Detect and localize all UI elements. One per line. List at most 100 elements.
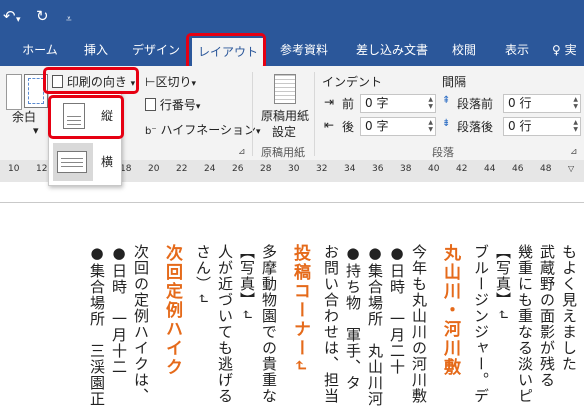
lightbulb-icon: ♀ [552, 43, 561, 57]
spacing-before-input[interactable]: 0 行 ▲ ▼ [503, 94, 581, 113]
spacing-before-label: 段落前 [457, 97, 494, 111]
doc-column: ●集合場所 三渓園正 [88, 244, 106, 407]
doc-column: 武蔵野の面影が残る [538, 244, 556, 388]
doc-column: 【写真】↵ [238, 244, 256, 322]
ruler-tick-label: 22 [176, 164, 188, 174]
tell-me[interactable]: ♀ 実 [552, 34, 584, 66]
chevron-down-icon: ▾ [195, 102, 201, 112]
indent-left-icon: ⇥ [324, 95, 335, 109]
doc-column: ●日時 一月十二 [110, 244, 128, 375]
spinner-arrows-icon[interactable]: ▲ ▼ [573, 119, 578, 133]
spinner-arrows-icon[interactable]: ▲ ▼ [573, 96, 578, 110]
doc-column: もよく見えました [560, 244, 578, 372]
tab-references[interactable]: 参考資料 [268, 34, 340, 66]
manuscript-label-1[interactable]: 原稿用紙 [261, 107, 309, 124]
line-numbers-label: 行番号 [159, 98, 196, 112]
spacing-before-icon: ⇞ [442, 95, 451, 106]
ruler-tick-label: 12 [36, 164, 48, 174]
quick-access-toolbar: ↶ ▾ ↻ ⩡ [0, 0, 584, 34]
doc-column: ブルージンジャー。デ [472, 244, 490, 404]
tab-insert[interactable]: 挿入 [74, 34, 118, 66]
page-margin-line [0, 202, 584, 203]
tab-view[interactable]: 表示 [496, 34, 538, 66]
breaks-button[interactable]: ⊢区切り▾ [145, 73, 196, 90]
spacing-after-value: 0 行 [508, 119, 532, 133]
hyphenation-button[interactable]: b⁻ ハイフネーション▾ [145, 121, 261, 138]
ruler-tick-label: 34 [344, 164, 356, 174]
paragraph-launcher-icon[interactable]: ⊿ [570, 147, 578, 157]
undo-dropdown-icon[interactable]: ▾ [16, 11, 21, 29]
breaks-icon: ⊢ [145, 75, 156, 89]
ruler-end-marker-icon: ▽ [568, 164, 575, 173]
spacing-title: 間隔 [442, 75, 467, 89]
tell-me-label: 実 [564, 43, 577, 57]
tab-mailings[interactable]: 差し込み文書 [346, 34, 438, 66]
spacing-before-value: 0 行 [508, 96, 532, 110]
indent-after-input[interactable]: 0 字 ▲ ▼ [360, 117, 436, 136]
line-numbers-button[interactable]: 行番号▾ [145, 96, 200, 113]
indent-title: インデント [322, 75, 383, 89]
doc-column: さん）↵ [194, 244, 212, 306]
indent-right-icon: ⇤ [324, 118, 335, 132]
ruler-tick-label: 28 [260, 164, 272, 174]
ruler-tick-label: 24 [204, 164, 216, 174]
spinner-arrows-icon[interactable]: ▲ ▼ [428, 96, 433, 110]
margins-button[interactable]: 余白 [12, 108, 36, 125]
indent-before-input[interactable]: 0 字 ▲ ▼ [360, 94, 436, 113]
spacing-after-input[interactable]: 0 行 ▲ ▼ [503, 117, 581, 136]
highlight-layout-tab [186, 33, 266, 70]
doc-column: 次回の定例ハイクは、 [132, 244, 150, 404]
doc-column: 人が近づいても逃げる [216, 244, 234, 404]
redo-icon[interactable]: ↻ [36, 7, 49, 25]
ruler-tick-label: 26 [232, 164, 244, 174]
landscape-label: 横 [101, 155, 114, 169]
ruler-tick-label: 42 [456, 164, 468, 174]
indent-after-value: 0 字 [365, 119, 389, 133]
indent-before-label: 前 [342, 97, 355, 111]
doc-heading: 投稿コーナー↵ [290, 244, 310, 375]
doc-column: お問い合わせは、担当 [322, 244, 340, 404]
ruler-tick-label: 32 [316, 164, 328, 174]
spacing-after-icon: ⇟ [442, 118, 451, 129]
tab-home[interactable]: ホーム [12, 34, 68, 66]
ruler-tick-label: 48 [540, 164, 552, 174]
manuscript-label-2[interactable]: 設定 [272, 123, 296, 140]
ruler-tick-label: 36 [372, 164, 384, 174]
ruler-tick-label: 30 [288, 164, 300, 174]
landscape-page-icon [57, 151, 87, 173]
tab-design[interactable]: デザイン [126, 34, 186, 66]
doc-column: 今年も丸山川の河川敷 [410, 244, 428, 404]
doc-column: 幾重にも重なる淡いピ [516, 244, 534, 404]
ruler-tick-label: 20 [148, 164, 160, 174]
indent-after-label: 後 [342, 120, 355, 134]
ruler-tick-label: 40 [428, 164, 440, 174]
orientation-option-landscape[interactable]: 横 [49, 141, 121, 181]
manuscript-group-label: 原稿用紙 [261, 146, 305, 159]
doc-heading: 丸山川・河川敷 [440, 244, 460, 377]
hyphenation-label: ハイフネーション [160, 123, 256, 137]
line-numbers-icon [145, 98, 156, 111]
page-setup-launcher-icon[interactable]: ⊿ [238, 147, 246, 157]
tab-review[interactable]: 校閲 [444, 34, 484, 66]
indent-before-value: 0 字 [365, 96, 389, 110]
qat-customize-icon[interactable]: ⩡ [66, 11, 72, 29]
breaks-label: 区切り [155, 75, 192, 89]
group-separator [314, 72, 315, 156]
undo-icon[interactable]: ↶ [3, 7, 16, 25]
doc-column: ●日時 一月二十 [388, 244, 406, 375]
doc-column: ●持ち物 軍手、タ [344, 244, 362, 391]
doc-column: ●集合場所 丸山川河 [366, 244, 384, 407]
hyphenation-icon: b⁻ [145, 126, 157, 137]
doc-heading: 次回定例ハイク [162, 244, 182, 377]
ruler-tick-label: 38 [400, 164, 412, 174]
manuscript-paper-icon[interactable] [274, 74, 296, 104]
doc-column: 多摩動物園での貴重な [260, 244, 278, 404]
highlight-orientation-button [43, 67, 139, 94]
ruler-tick-label: 46 [512, 164, 524, 174]
chevron-down-icon: ▾ [33, 124, 39, 137]
text-direction-icon[interactable] [6, 74, 22, 110]
highlight-portrait-option [48, 95, 124, 139]
paragraph-group-label: 段落 [432, 146, 454, 159]
group-separator [252, 72, 253, 156]
spinner-arrows-icon[interactable]: ▲ ▼ [428, 119, 433, 133]
